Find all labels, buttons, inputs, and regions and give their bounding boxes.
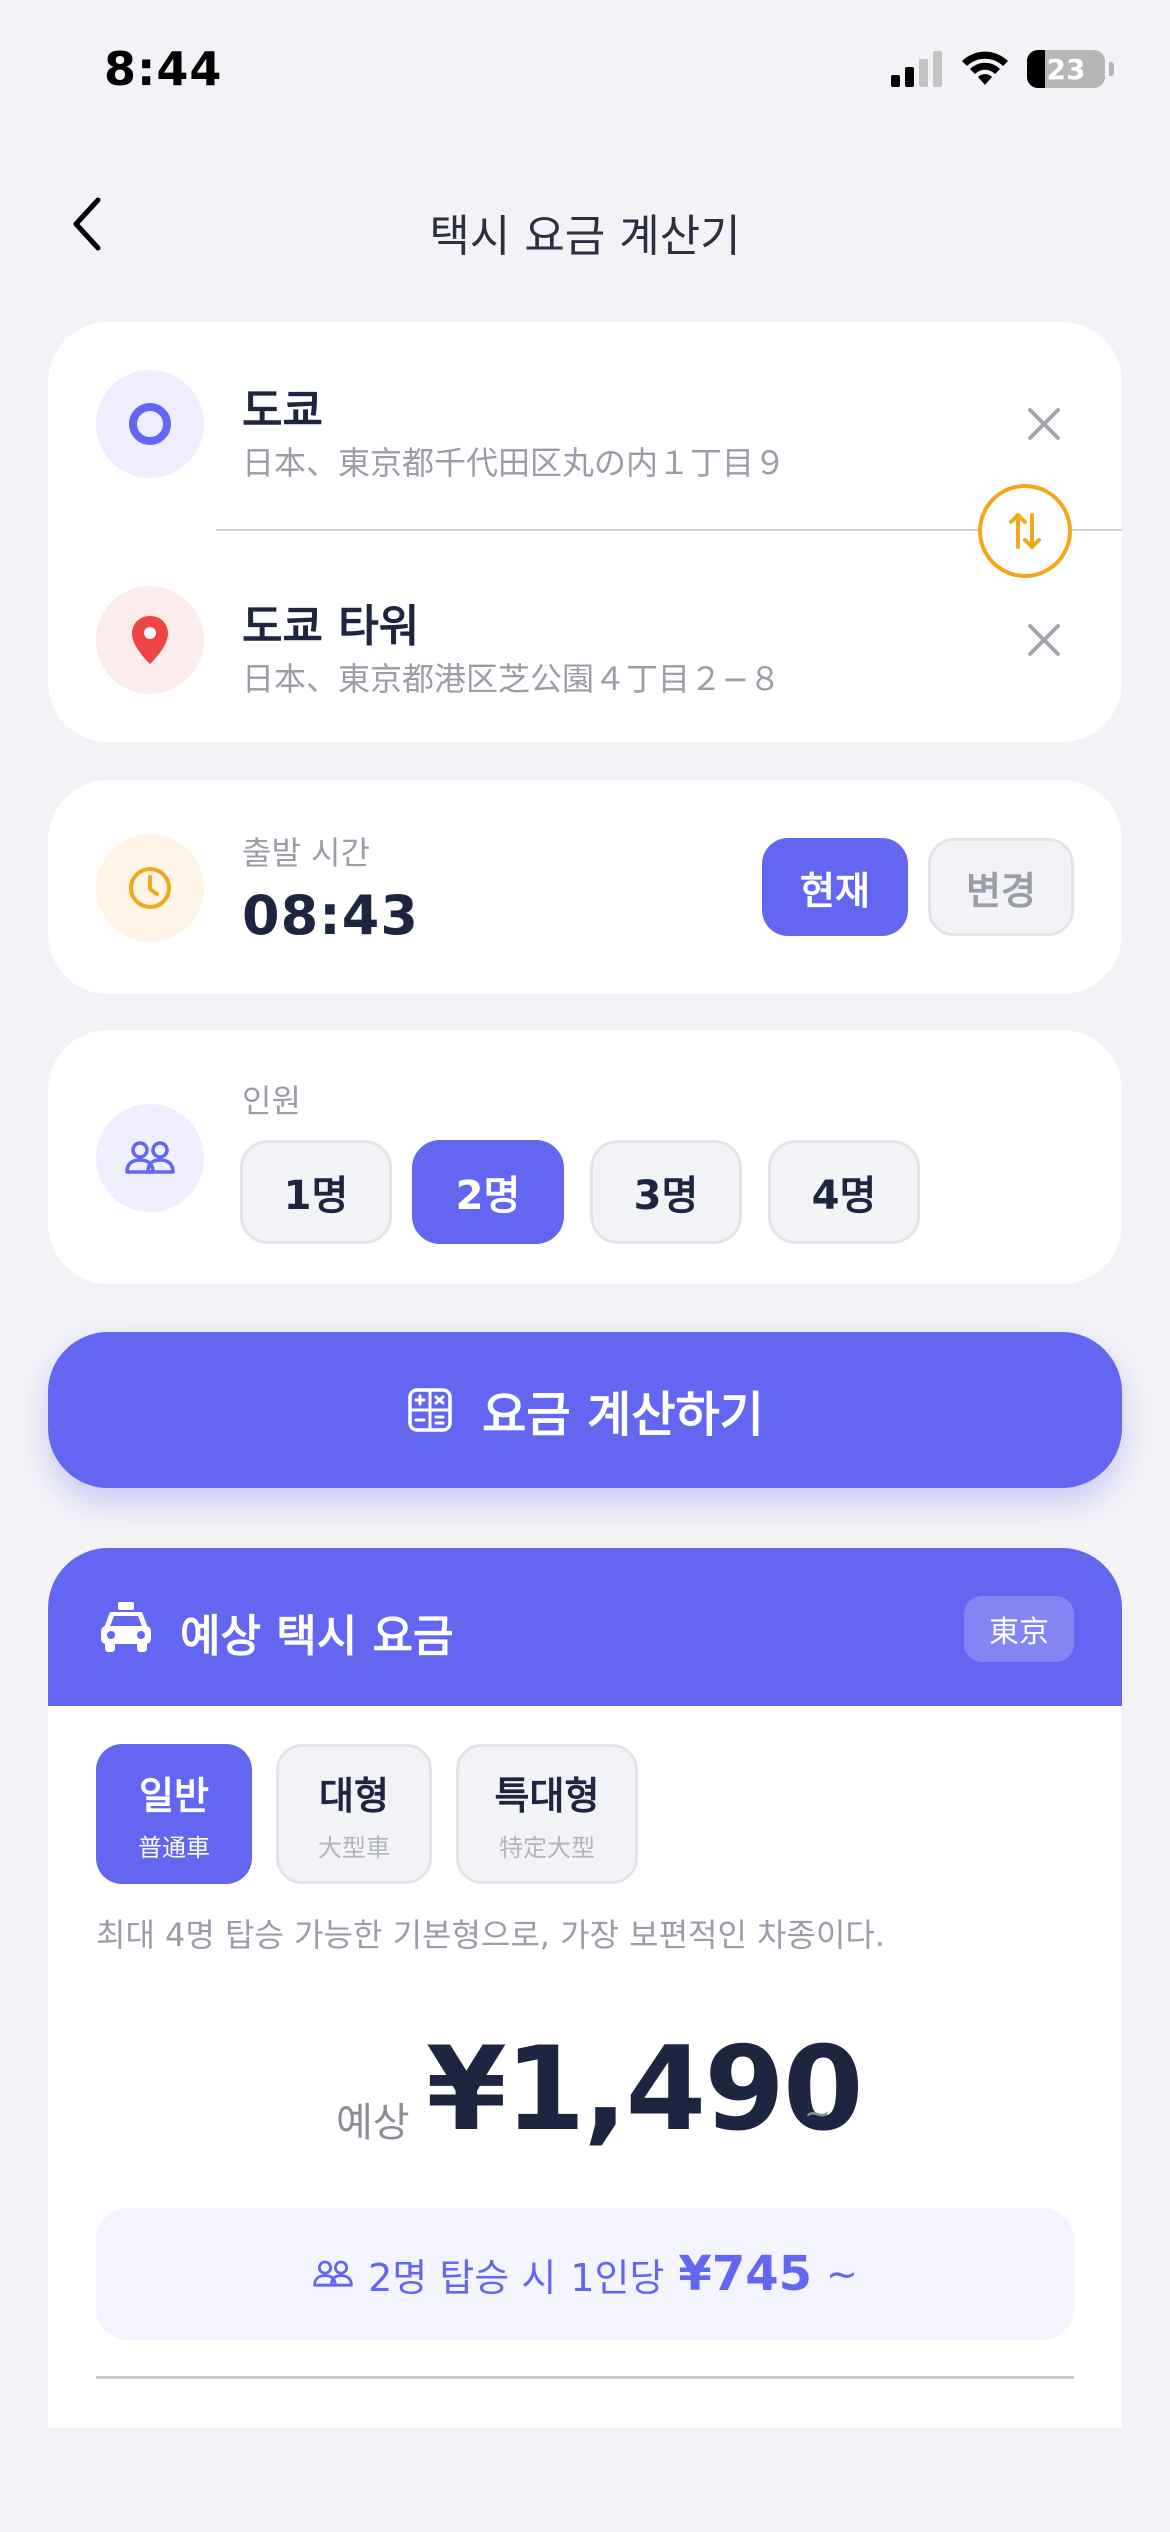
battery-cap [1109, 62, 1114, 76]
fare-estimate: 예상 ¥1,490 ~ [48, 2022, 1122, 2157]
passengers-label: 인원 [242, 1082, 301, 1120]
departure-time-card: 출발 시간 08:43 현재 변경 [48, 780, 1122, 994]
close-icon [1028, 624, 1060, 656]
vehicle-type-large[interactable]: 대형 大型車 [276, 1744, 432, 1884]
vehicle-type-sub: 大型車 [318, 1834, 390, 1862]
destination-name: 도쿄 타워 [242, 601, 420, 652]
clock-icon [96, 834, 204, 942]
wifi-icon [962, 51, 1008, 85]
signal-icon [891, 51, 942, 87]
vehicle-type-description: 최대 4명 탑승 가능한 기본형으로, 가장 보편적인 차종이다. [96, 1916, 886, 1954]
change-time-button[interactable]: 변경 [928, 838, 1074, 936]
calculate-fare-label: 요금 계산하기 [482, 1387, 764, 1443]
taxi-icon [101, 1602, 151, 1652]
result-header: 예상 택시 요금 東京 [48, 1548, 1122, 1706]
vehicle-type-label: 대형 [319, 1774, 389, 1818]
result-title: 예상 택시 요금 [180, 1611, 454, 1662]
fare-prefix: 예상 [336, 2100, 410, 2146]
per-person-label: 1인당 [570, 2255, 665, 2300]
origin-name: 도쿄 [242, 385, 323, 436]
destination-row[interactable]: 도쿄 타워 日本、東京都港区芝公園４丁目２−８ [48, 538, 1122, 718]
location-pin-icon [96, 586, 204, 694]
riders-text: 2명 탑승 시 [368, 2255, 557, 2300]
per-person-fare: 2명 탑승 시 1인당 ¥745 ~ [96, 2208, 1074, 2340]
vehicle-type-label: 특대형 [494, 1774, 600, 1818]
page-title: 택시 요금 계산기 [429, 211, 741, 262]
clear-destination-button[interactable] [1020, 616, 1068, 664]
passenger-option-1[interactable]: 1명 [240, 1140, 392, 1244]
now-button[interactable]: 현재 [762, 838, 908, 936]
clear-origin-button[interactable] [1020, 400, 1068, 448]
battery-icon: 23 [1027, 50, 1105, 88]
vehicle-type-standard[interactable]: 일반 普通車 [96, 1744, 252, 1884]
people-icon [96, 1104, 204, 1212]
result-divider [96, 2376, 1074, 2379]
battery-level: 23 [1046, 52, 1086, 86]
route-card: 도쿄 日本、東京都千代田区丸の内１丁目９ 도쿄 타워 日本、東京都港区芝公園４丁… [48, 322, 1122, 742]
vehicle-type-label: 일반 [139, 1774, 209, 1818]
status-time: 8:44 [104, 42, 223, 96]
region-badge: 東京 [964, 1596, 1074, 1662]
people-icon [313, 2260, 353, 2287]
origin-row[interactable]: 도쿄 日本、東京都千代田区丸の内１丁目９ [48, 322, 1122, 502]
passenger-option-3[interactable]: 3명 [590, 1140, 742, 1244]
status-icons: 23 [891, 50, 1114, 88]
passenger-option-2[interactable]: 2명 [412, 1140, 564, 1244]
fare-suffix: ~ [804, 2094, 831, 2132]
status-bar: 8:44 23 [0, 0, 1170, 150]
calculate-fare-button[interactable]: 요금 계산하기 [48, 1332, 1122, 1488]
origin-address: 日本、東京都千代田区丸の内１丁目９ [242, 444, 787, 482]
passengers-card: 인원 1명 2명 3명 4명 [48, 1030, 1122, 1284]
passenger-option-4[interactable]: 4명 [768, 1140, 920, 1244]
close-icon [1028, 408, 1060, 440]
destination-address: 日本、東京都港区芝公園４丁目２−８ [242, 660, 781, 698]
vehicle-type-extra-large[interactable]: 특대형 特定大型 [456, 1744, 638, 1884]
fare-amount: ¥1,490 [426, 2022, 864, 2157]
fare-result-card: 예상 택시 요금 東京 일반 普通車 대형 大型車 특대형 特定大型 최대 4명… [48, 1548, 1122, 2428]
per-person-suffix: ~ [826, 2252, 858, 2296]
vehicle-type-sub: 普通車 [138, 1834, 210, 1862]
departure-label: 출발 시간 [242, 834, 370, 872]
calculator-icon [408, 1388, 452, 1432]
origin-circle-icon [96, 370, 204, 478]
vehicle-type-sub: 特定大型 [499, 1834, 595, 1862]
departure-time: 08:43 [242, 884, 419, 947]
nav-bar: 택시 요금 계산기 [0, 170, 1170, 280]
per-person-amount: ¥745 [678, 2246, 813, 2302]
